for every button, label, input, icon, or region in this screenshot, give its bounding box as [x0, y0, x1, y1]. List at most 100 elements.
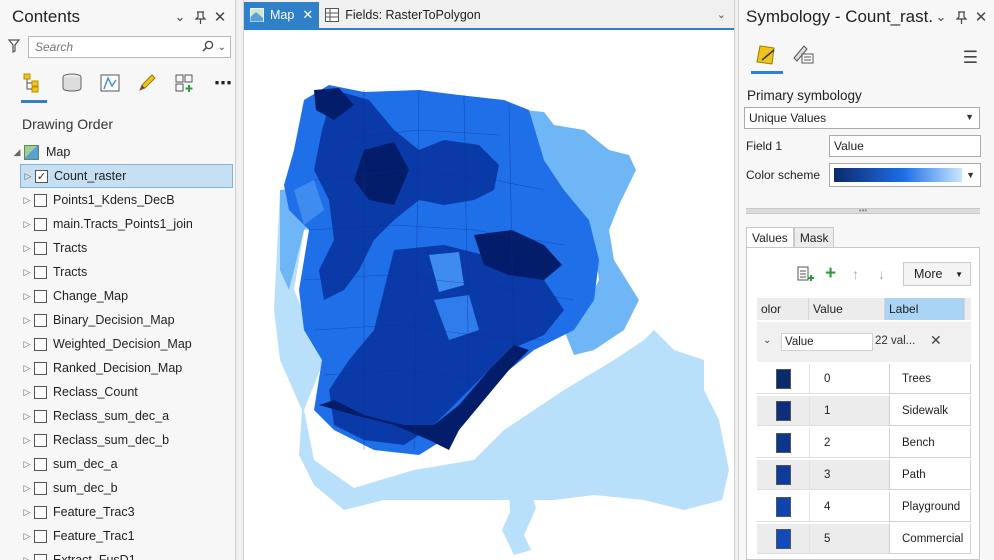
expand-triangle-icon[interactable]: ▷: [20, 435, 34, 446]
pin-icon[interactable]: [952, 8, 970, 26]
color-swatch[interactable]: [775, 464, 791, 485]
symbol-cell[interactable]: [757, 396, 809, 426]
tab-mask[interactable]: Mask: [793, 227, 835, 248]
add-all-values-icon[interactable]: +: [825, 263, 836, 285]
more-options-icon[interactable]: ⋯: [211, 71, 235, 95]
value-row[interactable]: 2 Bench: [757, 428, 971, 458]
expand-triangle-icon[interactable]: ▷: [20, 291, 34, 302]
move-down-icon[interactable]: ↓: [878, 266, 885, 282]
tab-values[interactable]: Values: [746, 227, 794, 248]
expand-triangle-icon[interactable]: ▷: [20, 243, 34, 254]
search-icon[interactable]: [202, 40, 214, 55]
group-heading-field[interactable]: Value: [781, 333, 873, 351]
expand-triangle-icon[interactable]: ▷: [20, 339, 34, 350]
expand-triangle-icon[interactable]: ▷: [20, 315, 34, 326]
label-cell[interactable]: Bench: [889, 428, 971, 458]
list-by-snapping-icon[interactable]: [173, 71, 197, 95]
color-swatch[interactable]: [775, 400, 791, 421]
layer-visibility-checkbox[interactable]: [34, 313, 47, 327]
layer-item[interactable]: ▷ Extract_FusD1: [20, 548, 235, 560]
layer-item[interactable]: ▷ Reclass_sum_dec_b: [20, 428, 235, 452]
column-header-color[interactable]: olor: [757, 298, 809, 320]
map-canvas[interactable]: [244, 30, 734, 560]
color-swatch[interactable]: [775, 432, 791, 453]
layer-visibility-checkbox[interactable]: [34, 337, 47, 351]
search-input[interactable]: [35, 40, 198, 54]
primary-symbology-tab-icon[interactable]: [751, 40, 783, 74]
hamburger-menu-icon[interactable]: ☰: [963, 48, 978, 68]
layer-item[interactable]: ▷ sum_dec_b: [20, 476, 235, 500]
symbol-cell[interactable]: [757, 460, 809, 490]
layer-visibility-checkbox[interactable]: [34, 385, 47, 399]
layer-visibility-checkbox[interactable]: ✓: [35, 169, 48, 183]
layer-visibility-checkbox[interactable]: [34, 505, 47, 519]
layer-visibility-checkbox[interactable]: [34, 289, 47, 303]
expand-triangle-icon[interactable]: ▷: [20, 219, 34, 230]
collapse-triangle-icon[interactable]: ◢: [10, 147, 24, 158]
vary-symbology-tab-icon[interactable]: [789, 40, 817, 68]
field1-dropdown[interactable]: Value: [829, 135, 981, 157]
expand-triangle-icon[interactable]: ▷: [20, 507, 34, 518]
tab-map[interactable]: Map ✕: [244, 2, 320, 28]
label-cell[interactable]: Sidewalk: [889, 396, 971, 426]
expand-triangle-icon[interactable]: ▷: [21, 171, 35, 182]
list-by-editing-icon[interactable]: [135, 71, 159, 95]
layer-item[interactable]: ▷ Change_Map: [20, 284, 235, 308]
color-swatch[interactable]: [775, 368, 791, 389]
color-scheme-dropdown[interactable]: ▼: [829, 163, 981, 187]
layer-item[interactable]: ▷ Reclass_sum_dec_a: [20, 404, 235, 428]
layer-item[interactable]: ▷ Ranked_Decision_Map: [20, 356, 235, 380]
color-swatch[interactable]: [775, 496, 791, 517]
layer-item[interactable]: ▷ ✓ Count_raster: [20, 164, 233, 188]
expand-triangle-icon[interactable]: ▷: [20, 531, 34, 542]
value-row[interactable]: 4 Playground: [757, 492, 971, 522]
symbol-cell[interactable]: [757, 364, 809, 394]
layer-visibility-checkbox[interactable]: [34, 529, 47, 543]
pane-splitter[interactable]: •••: [746, 207, 980, 215]
layer-item[interactable]: ▷ Tracts: [20, 236, 235, 260]
add-values-icon[interactable]: [797, 266, 815, 285]
tab-fields[interactable]: Fields: RasterToPolygon: [319, 2, 486, 28]
layer-visibility-checkbox[interactable]: [34, 481, 47, 495]
chevron-down-icon[interactable]: ⌄: [932, 8, 950, 26]
layer-visibility-checkbox[interactable]: [34, 457, 47, 471]
layer-visibility-checkbox[interactable]: [34, 265, 47, 279]
layer-item[interactable]: ▷ Weighted_Decision_Map: [20, 332, 235, 356]
chevron-down-icon[interactable]: ⌄: [171, 8, 189, 26]
layer-item[interactable]: ▷ Tracts: [20, 260, 235, 284]
expand-triangle-icon[interactable]: ▷: [20, 363, 34, 374]
close-icon[interactable]: ✕: [211, 8, 229, 26]
chevron-down-icon[interactable]: ⌄: [218, 42, 226, 53]
color-swatch[interactable]: [775, 528, 791, 549]
filter-icon[interactable]: [7, 38, 28, 56]
label-cell[interactable]: Commercial: [889, 524, 971, 554]
label-cell[interactable]: Trees: [889, 364, 971, 394]
layer-visibility-checkbox[interactable]: [34, 433, 47, 447]
label-cell[interactable]: Playground: [889, 492, 971, 522]
layer-visibility-checkbox[interactable]: [34, 361, 47, 375]
layer-item[interactable]: ▷ main.Tracts_Points1_join: [20, 212, 235, 236]
move-up-icon[interactable]: ↑: [852, 266, 859, 282]
list-by-selection-icon[interactable]: [98, 71, 122, 95]
close-icon[interactable]: ✕: [302, 7, 313, 23]
chevron-down-icon[interactable]: ⌄: [763, 335, 771, 346]
layer-item[interactable]: ▷ Binary_Decision_Map: [20, 308, 235, 332]
value-row[interactable]: 0 Trees: [757, 364, 971, 394]
map-node[interactable]: ◢ Map: [10, 140, 235, 164]
layer-item[interactable]: ▷ Feature_Trac1: [20, 524, 235, 548]
expand-triangle-icon[interactable]: ▷: [20, 267, 34, 278]
symbol-cell[interactable]: [757, 492, 809, 522]
layer-visibility-checkbox[interactable]: [34, 241, 47, 255]
list-by-drawing-order-icon[interactable]: [21, 71, 47, 103]
close-icon[interactable]: ✕: [972, 8, 990, 26]
column-header-value[interactable]: Value: [809, 298, 885, 320]
expand-triangle-icon[interactable]: ▷: [20, 483, 34, 494]
layer-item[interactable]: ▷ sum_dec_a: [20, 452, 235, 476]
layer-item[interactable]: ▷ Points1_Kdens_DecB: [20, 188, 235, 212]
label-cell[interactable]: Path: [889, 460, 971, 490]
value-row[interactable]: 5 Commercial: [757, 524, 971, 554]
layer-visibility-checkbox[interactable]: [34, 553, 47, 560]
layer-item[interactable]: ▷ Reclass_Count: [20, 380, 235, 404]
renderer-dropdown[interactable]: Unique Values ▼: [744, 107, 980, 129]
pin-icon[interactable]: [191, 8, 209, 26]
